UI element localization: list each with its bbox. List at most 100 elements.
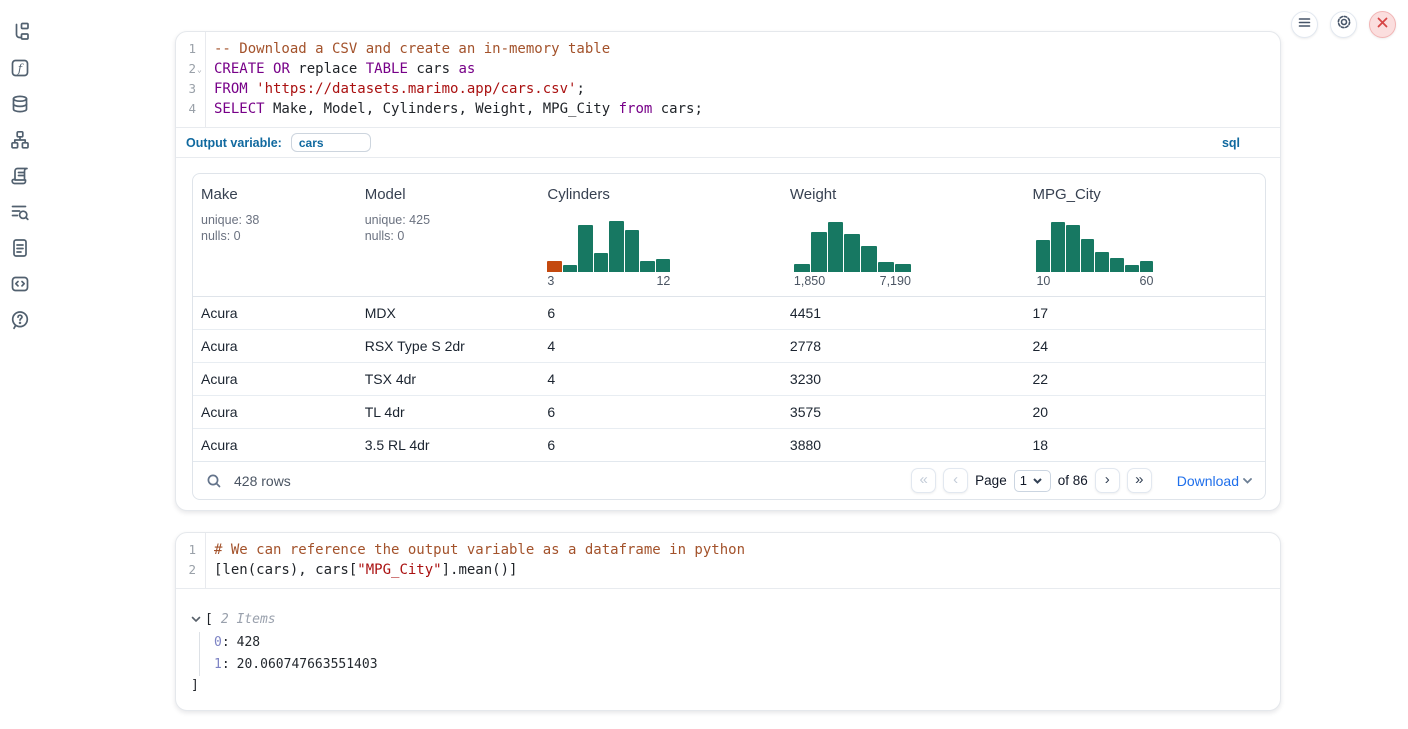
table-cell: Acura [193, 305, 357, 321]
histogram-bar[interactable] [1051, 222, 1065, 272]
settings-gear-icon [1336, 14, 1352, 35]
column-stat: unique: 425 [365, 212, 540, 228]
column-histogram[interactable]: 312 [547, 220, 670, 288]
line-number: 4 [176, 99, 196, 119]
hist-min-label: 3 [547, 274, 554, 288]
histogram-bar[interactable] [547, 261, 562, 272]
column-header-Make[interactable]: Makeunique: 38nulls: 0 [193, 174, 357, 296]
table-cell: TL 4dr [357, 404, 540, 420]
column-header-Model[interactable]: Modelunique: 425nulls: 0 [357, 174, 540, 296]
histogram-bar[interactable] [594, 253, 609, 272]
open-bracket: [ [205, 612, 213, 627]
code-line[interactable]: 1-- Download a CSV and create an in-memo… [176, 39, 1280, 59]
code-line[interactable]: 4 SELECT Make, Model, Cylinders, Weight, … [176, 99, 1280, 119]
histogram-bar[interactable] [878, 262, 894, 272]
column-header-Cylinders[interactable]: Cylinders 312 [539, 174, 782, 296]
column-label: Cylinders [547, 186, 782, 203]
last-page-button[interactable]: » [1127, 468, 1152, 493]
histogram-bar[interactable] [794, 264, 810, 272]
sql-code-editor[interactable]: 1-- Download a CSV and create an in-memo… [176, 32, 1280, 128]
next-page-button[interactable]: › [1095, 468, 1120, 493]
variables-icon[interactable]: f [10, 58, 30, 78]
table-cell: TSX 4dr [357, 371, 540, 387]
help-icon[interactable] [10, 310, 30, 330]
table-cell: 3880 [782, 437, 1025, 453]
hist-max-label: 60 [1140, 274, 1154, 288]
search-icon[interactable] [206, 473, 222, 489]
settings-button[interactable] [1330, 11, 1357, 38]
page-select[interactable]: 1 [1014, 470, 1051, 492]
file-explorer-icon[interactable] [10, 22, 30, 42]
data-table: Makeunique: 38nulls: 0Modelunique: 425nu… [192, 173, 1266, 500]
table-cell: 3575 [782, 404, 1025, 420]
histogram-bar[interactable] [1140, 261, 1154, 272]
notebook-actions [1291, 11, 1396, 38]
collapse-chevron-icon[interactable] [191, 616, 203, 623]
fold-chevron-icon[interactable]: ⌄ [197, 60, 206, 80]
column-header-Weight[interactable]: Weight1,8507,190 [782, 174, 1025, 296]
logs-icon[interactable] [10, 202, 30, 222]
histogram-bar[interactable] [1125, 265, 1139, 272]
table-cell: 6 [539, 305, 782, 321]
column-stat: unique: 38 [201, 212, 357, 228]
column-histogram[interactable]: 1060 [1036, 220, 1153, 288]
histogram-bar[interactable] [844, 234, 860, 272]
line-number: 2 [176, 59, 196, 79]
datasources-icon[interactable] [10, 94, 30, 114]
code-line[interactable]: 2⌄CREATE OR replace TABLE cars as [176, 59, 1280, 79]
histogram-bar[interactable] [895, 264, 911, 272]
scratchpad-icon[interactable] [10, 166, 30, 186]
histogram-bar[interactable] [1036, 240, 1050, 272]
snippets-icon[interactable] [10, 274, 30, 294]
column-header-MPG_City[interactable]: MPG_City1060 [1024, 174, 1265, 296]
histogram-bar[interactable] [1095, 252, 1109, 272]
dependency-graph-icon[interactable] [10, 130, 30, 150]
table-row[interactable]: AcuraRSX Type S 2dr4277824 [193, 330, 1265, 363]
table-row[interactable]: AcuraMDX6445117 [193, 297, 1265, 330]
download-button[interactable]: Download [1177, 473, 1252, 489]
histogram-bar[interactable] [640, 261, 655, 272]
histogram-bar[interactable] [656, 259, 671, 272]
shutdown-button[interactable] [1369, 11, 1396, 38]
menu-button[interactable] [1291, 11, 1318, 38]
histogram-bar[interactable] [1081, 239, 1095, 272]
code-line[interactable]: 3FROM 'https://datasets.marimo.app/cars.… [176, 79, 1280, 99]
code-text: # We can reference the output variable a… [214, 540, 1280, 560]
python-cell: 1# We can reference the output variable … [175, 532, 1281, 711]
histogram-bar[interactable] [609, 221, 624, 272]
table-row[interactable]: Acura3.5 RL 4dr6388018 [193, 429, 1265, 462]
tree-items: 0:4281:20.060747663551403 [199, 632, 1280, 676]
tree-item: 0:428 [214, 632, 1280, 654]
output-tree: [ 2 Items 0:4281:20.060747663551403 ] [176, 589, 1280, 693]
code-text: -- Download a CSV and create an in-memor… [214, 39, 1280, 59]
code-line[interactable]: 2[len(cars), cars["MPG_City"].mean()] [176, 560, 1280, 580]
histogram-bar[interactable] [563, 265, 578, 272]
prev-page-button[interactable]: ‹ [943, 468, 968, 493]
page-total: of 86 [1058, 473, 1088, 488]
table-cell: 20 [1024, 404, 1265, 420]
histogram-bar[interactable] [625, 230, 640, 272]
histogram-bar[interactable] [828, 222, 844, 272]
tree-item-value: 20.060747663551403 [237, 657, 378, 672]
documentation-icon[interactable] [10, 238, 30, 258]
table-body: AcuraMDX6445117AcuraRSX Type S 2dr427782… [193, 297, 1265, 462]
code-line[interactable]: 1# We can reference the output variable … [176, 540, 1280, 560]
histogram-bar[interactable] [1110, 258, 1124, 272]
column-histogram[interactable]: 1,8507,190 [794, 220, 911, 288]
table-row[interactable]: AcuraTL 4dr6357520 [193, 396, 1265, 429]
histogram-bar[interactable] [578, 225, 593, 272]
table-row[interactable]: AcuraTSX 4dr4323022 [193, 363, 1265, 396]
first-page-button[interactable]: « [911, 468, 936, 493]
output-variable-input[interactable] [291, 133, 371, 152]
histogram-bar[interactable] [1066, 225, 1080, 272]
python-code-editor[interactable]: 1# We can reference the output variable … [176, 533, 1280, 589]
table-cell: Acura [193, 371, 357, 387]
output-variable-label: Output variable: [186, 136, 282, 150]
page-label: Page [975, 473, 1007, 488]
tree-root-row: [ 2 Items [191, 610, 1280, 628]
table-cell: 22 [1024, 371, 1265, 387]
code-text: SELECT Make, Model, Cylinders, Weight, M… [214, 99, 1280, 119]
histogram-bar[interactable] [811, 232, 827, 272]
histogram-bar[interactable] [861, 246, 877, 272]
table-cell: RSX Type S 2dr [357, 338, 540, 354]
